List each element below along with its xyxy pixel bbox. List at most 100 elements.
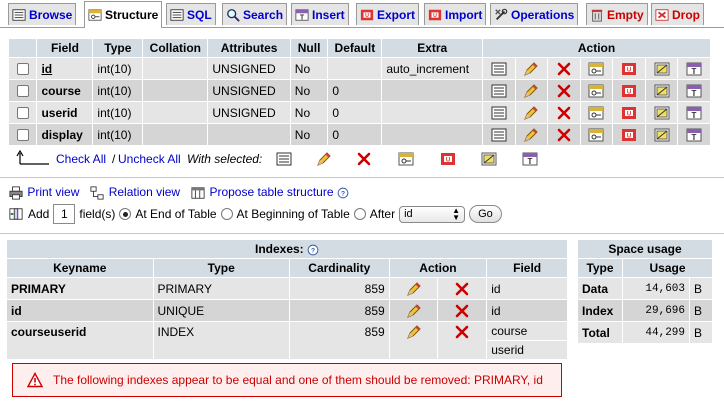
field-count-input[interactable]: 1 [53,204,76,224]
tab-sql[interactable]: SQL [166,3,216,25]
row-checkbox[interactable] [16,107,29,120]
index-cardinality: 859 [289,300,389,321]
sql-icon [170,8,184,22]
radio-end-of-table[interactable] [119,208,132,220]
tab-operations-label: Operations [511,7,575,22]
index-field: course [487,322,567,340]
radio-after[interactable] [353,208,366,220]
fulltext-icon[interactable] [686,127,702,143]
index-icon[interactable] [654,105,670,121]
warning-icon [27,372,43,388]
primary-key-icon[interactable] [398,151,414,167]
space-unit: B [690,278,712,299]
index-icon[interactable] [654,61,670,77]
tab-export[interactable]: Export [356,3,420,25]
after-field-select[interactable]: id ▲ ▼ [399,205,466,223]
header-type: Type [153,259,289,277]
drop-x-icon[interactable] [454,303,470,319]
edit-pencil-icon[interactable] [316,151,332,167]
browse-icon[interactable] [491,83,507,99]
drop-x-icon[interactable] [556,127,572,143]
primary-key-icon[interactable] [588,127,604,143]
edit-pencil-icon[interactable] [406,324,422,340]
browse-icon[interactable] [491,105,507,121]
primary-key-icon[interactable] [588,61,604,77]
unique-icon[interactable] [440,151,456,167]
tab-drop[interactable]: Drop [651,3,704,25]
header-null: Null [290,39,328,57]
print-view-link[interactable]: Print view [27,185,79,199]
edit-pencil-icon[interactable] [523,127,539,143]
check-all-link[interactable]: Check All [56,152,106,166]
help-icon[interactable] [337,187,349,199]
space-usage-title: Space usage [578,240,712,258]
uncheck-all-link[interactable]: Uncheck All [118,152,181,166]
drop-x-icon[interactable] [556,83,572,99]
field-type: int(10) [93,102,143,123]
index-field: id [487,300,567,321]
browse-icon[interactable] [491,127,507,143]
unique-icon[interactable] [621,83,637,99]
primary-key-icon[interactable] [588,83,604,99]
tab-insert[interactable]: Insert [291,3,349,25]
row-checkbox[interactable] [16,63,29,76]
header-keyname: Keyname [7,259,153,277]
tab-browse[interactable]: Browse [8,3,77,25]
tab-import[interactable]: Import [424,3,487,25]
drop-x-icon[interactable] [454,281,470,297]
with-selected-label: With selected: [187,152,263,166]
insert-icon [295,8,309,22]
header-type: Type [578,259,622,277]
unique-icon[interactable] [621,127,637,143]
edit-pencil-icon[interactable] [523,61,539,77]
unique-icon[interactable] [621,105,637,121]
radio-beginning-of-table[interactable] [220,208,233,220]
field-type: int(10) [93,58,143,79]
help-icon[interactable] [307,244,319,256]
fulltext-icon[interactable] [686,61,702,77]
space-type: Index [578,300,622,321]
add-field-row: Add 1 field(s) At End of Table At Beginn… [8,203,502,225]
divider [0,177,724,178]
relation-icon [90,186,104,200]
beginning-of-table-label: At Beginning of Table [236,207,350,221]
browse-icon[interactable] [276,151,292,167]
index-icon[interactable] [481,151,497,167]
relation-view-link[interactable]: Relation view [109,185,180,199]
fulltext-icon[interactable] [686,83,702,99]
tab-operations[interactable]: Operations [490,3,579,25]
space-type: Data [578,278,622,299]
primary-key-icon[interactable] [588,105,604,121]
add-column-icon [9,208,23,220]
fulltext-icon[interactable] [686,105,702,121]
tab-bar: Browse Structure SQL Search Insert Expor… [0,0,724,28]
index-icon[interactable] [654,127,670,143]
field-default: 0 [328,124,382,145]
header-field: Field [487,259,567,277]
row-checkbox[interactable] [16,85,29,98]
drop-x-icon[interactable] [356,151,372,167]
field-default: 0 [328,102,382,123]
field-name: display [37,124,93,145]
fulltext-icon[interactable] [522,151,538,167]
drop-x-icon[interactable] [454,324,470,340]
tab-structure[interactable]: Structure [84,1,163,28]
space-value: 29,696 [623,300,689,321]
table-row: id int(10) UNSIGNED No auto_increment [9,58,710,79]
edit-pencil-icon[interactable] [523,83,539,99]
drop-x-icon[interactable] [556,61,572,77]
unique-icon[interactable] [621,61,637,77]
tab-search[interactable]: Search [222,3,288,25]
row-checkbox[interactable] [16,129,29,142]
edit-pencil-icon[interactable] [406,281,422,297]
drop-x-icon[interactable] [556,105,572,121]
space-unit: B [690,300,712,321]
field-attributes: UNSIGNED [208,102,290,123]
browse-icon[interactable] [491,61,507,77]
edit-pencil-icon[interactable] [523,105,539,121]
tab-empty[interactable]: Empty [586,3,648,25]
index-icon[interactable] [654,83,670,99]
go-button[interactable]: Go [469,205,502,223]
propose-structure-link[interactable]: Propose table structure [209,185,333,199]
edit-pencil-icon[interactable] [406,303,422,319]
